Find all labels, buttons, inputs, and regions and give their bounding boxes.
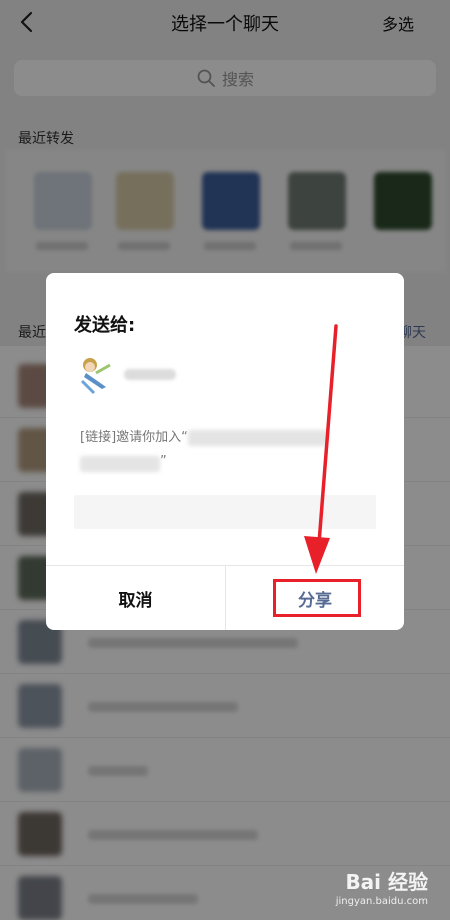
shared-message: [链接]邀请你加入“ ”	[80, 427, 380, 473]
message-suffix: ”	[160, 454, 167, 469]
message-prefix: [链接]邀请你加入“	[80, 430, 188, 445]
cancel-button[interactable]: 取消	[46, 566, 225, 630]
message-blurred-text	[187, 429, 328, 446]
watermark-logo: Bai 经验	[345, 870, 428, 894]
send-to-dialog: 发送给: [链接]邀请你加入“ ” 取消 分享	[46, 273, 404, 630]
recipient-avatar	[76, 355, 116, 395]
message-blurred-text	[80, 455, 160, 472]
recipient-name-blurred	[124, 369, 176, 380]
message-line-2: ”	[80, 451, 380, 473]
dialog-title: 发送给:	[74, 315, 136, 336]
watermark-url: jingyan.baidu.com	[335, 896, 428, 907]
annotation-highlight-box	[273, 579, 361, 617]
leave-message-input[interactable]	[74, 495, 376, 529]
